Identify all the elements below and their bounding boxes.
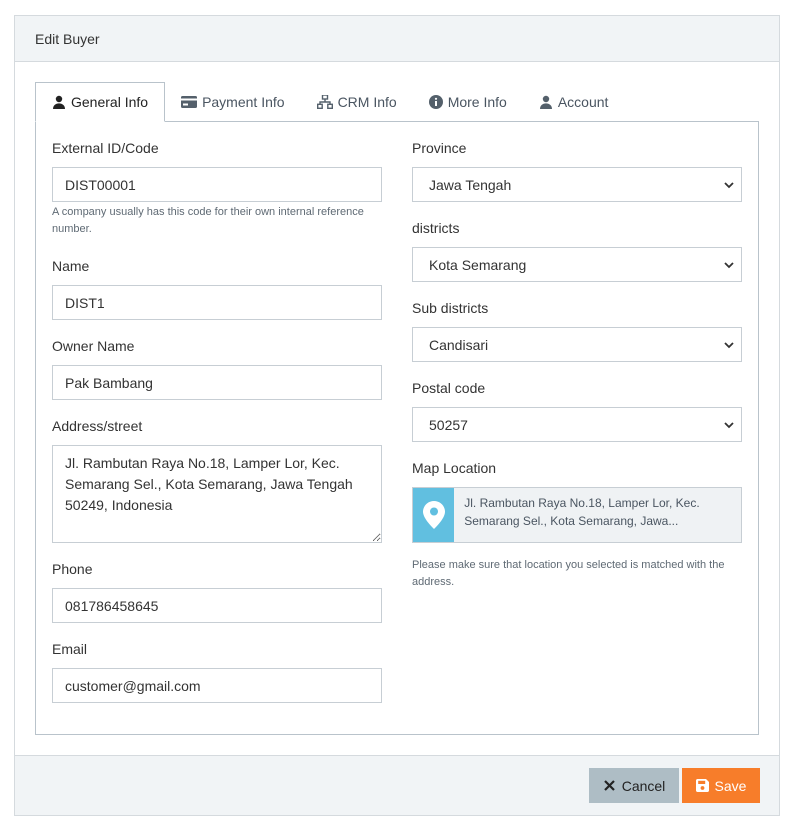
save-button[interactable]: Save: [682, 768, 760, 803]
sub-districts-select[interactable]: Candisari: [412, 327, 742, 362]
map-pin-button[interactable]: [413, 488, 455, 542]
external-id-field[interactable]: [52, 167, 382, 202]
save-label: Save: [714, 777, 747, 794]
external-id-help: A company usually has this code for thei…: [52, 206, 364, 235]
map-location-help: Please make sure that location you selec…: [412, 559, 725, 588]
chevron-down-icon: [724, 182, 734, 189]
tab-label: Payment Info: [202, 94, 285, 110]
sub-districts-label: Sub districts: [412, 300, 489, 316]
tab-general-info[interactable]: General Info: [35, 82, 166, 122]
user-icon: [539, 95, 552, 109]
province-label: Province: [412, 140, 467, 156]
tab-label: More Info: [447, 94, 507, 110]
chevron-down-icon: [724, 422, 734, 429]
postal-code-label: Postal code: [412, 380, 486, 396]
postal-code-value: 50257: [429, 416, 468, 433]
map-location-address: Jl. Rambutan Raya No.18, Lamper Lor, Kec…: [464, 496, 700, 528]
map-location-picker[interactable]: Jl. Rambutan Raya No.18, Lamper Lor, Kec…: [412, 487, 742, 543]
chevron-down-icon: [724, 262, 734, 269]
modal-header: Edit Buyer: [15, 16, 779, 62]
name-field[interactable]: [52, 285, 382, 320]
map-marker-icon: [422, 501, 445, 529]
modal-footer: Cancel Save: [15, 755, 779, 815]
province-value: Jawa Tengah: [429, 176, 512, 193]
edit-buyer-modal: Edit Buyer General Info Payment Info CRM…: [14, 15, 780, 816]
sitemap-icon: [316, 95, 333, 109]
owner-name-label: Owner Name: [52, 338, 135, 354]
name-label: Name: [52, 258, 90, 274]
owner-name-field[interactable]: [52, 365, 382, 400]
user-icon: [53, 95, 65, 109]
tab-crm-info[interactable]: CRM Info: [301, 82, 413, 122]
email-field[interactable]: [52, 668, 382, 703]
cancel-label: Cancel: [621, 777, 666, 794]
tab-payment-info[interactable]: Payment Info: [165, 82, 301, 122]
modal-title: Edit Buyer: [35, 30, 100, 47]
phone-label: Phone: [52, 561, 93, 577]
districts-label: districts: [412, 220, 460, 236]
info-circle-icon: [428, 95, 443, 109]
chevron-down-icon: [724, 342, 734, 349]
districts-select[interactable]: Kota Semarang: [412, 247, 742, 282]
map-location-label: Map Location: [412, 460, 497, 476]
postal-code-select[interactable]: 50257: [412, 407, 742, 442]
external-id-label: External ID/Code: [52, 140, 159, 156]
sub-districts-value: Candisari: [429, 336, 489, 353]
tab-account[interactable]: Account: [523, 82, 625, 122]
address-label: Address/street: [52, 418, 143, 434]
tab-label: Account: [557, 94, 609, 110]
floppy-disk-icon: [695, 779, 709, 792]
tab-bar: General Info Payment Info CRM Info More …: [35, 82, 624, 122]
cancel-button[interactable]: Cancel: [589, 768, 679, 803]
credit-card-icon: [181, 96, 198, 108]
tab-more-info[interactable]: More Info: [413, 82, 523, 122]
email-label: Email: [52, 641, 88, 657]
tab-label: CRM Info: [337, 94, 397, 110]
close-icon: [603, 780, 615, 791]
phone-field[interactable]: [52, 588, 382, 623]
districts-value: Kota Semarang: [429, 256, 527, 273]
address-field[interactable]: Jl. Rambutan Raya No.18, Lamper Lor, Kec…: [52, 445, 382, 543]
tab-label: General Info: [71, 94, 149, 110]
general-info-panel: External ID/Code A company usually has t…: [35, 121, 759, 735]
province-select[interactable]: Jawa Tengah: [412, 167, 742, 202]
